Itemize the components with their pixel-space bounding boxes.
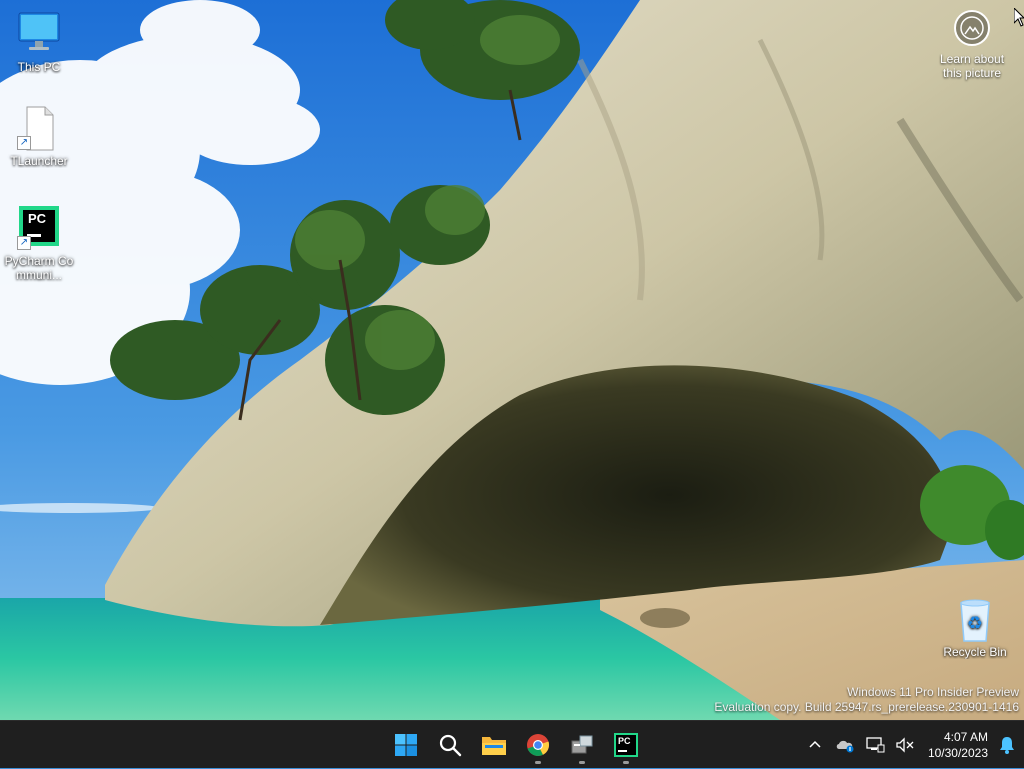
mouse-pointer-icon	[1014, 8, 1024, 27]
file-explorer-button[interactable]	[472, 725, 516, 765]
volume-muted-icon	[896, 737, 914, 753]
system-tray: 4:07 AM 10/30/2023	[800, 721, 1024, 769]
learn-label-line1: Learn about	[939, 52, 1005, 66]
desktop-icon-label: This PC	[17, 60, 61, 74]
search-button[interactable]	[428, 725, 472, 765]
clock-time: 4:07 AM	[943, 730, 988, 744]
search-icon	[439, 734, 462, 757]
running-indicator	[623, 761, 629, 764]
show-hidden-icons-button[interactable]	[800, 725, 830, 765]
pycharm-taskbar-button[interactable]: PC	[604, 725, 648, 765]
bell-icon	[1000, 737, 1014, 754]
desktop-icon-label: PyCharm Communi...	[4, 254, 74, 282]
svg-text:♻: ♻	[967, 613, 983, 634]
onedrive-button[interactable]	[830, 725, 860, 765]
monitor-icon	[15, 10, 63, 58]
desktop-icon-pycharm[interactable]: PC ↗ PyCharm Communi...	[3, 204, 75, 282]
chrome-icon	[527, 734, 550, 756]
taskbar-pinned-apps: PC	[384, 721, 648, 769]
clock[interactable]: 4:07 AM 10/30/2023	[928, 729, 988, 761]
windows-start-icon	[395, 734, 417, 756]
file-explorer-icon	[482, 737, 506, 755]
desktop-icon-this-pc[interactable]: This PC	[3, 10, 75, 74]
running-indicator	[535, 761, 541, 764]
clock-date: 10/30/2023	[927, 746, 988, 760]
network-status-button[interactable]	[860, 725, 890, 765]
pycharm-icon: PC ↗	[15, 204, 63, 252]
desktop-wallpaper	[0, 0, 1024, 720]
pycharm-badge-text: PC	[618, 736, 631, 746]
watermark-edition: Windows 11 Pro Insider Preview	[847, 685, 1019, 699]
notifications-button[interactable]	[994, 725, 1020, 765]
network-app-button[interactable]	[560, 725, 604, 765]
spotlight-camera-icon	[954, 10, 990, 46]
shortcut-arrow-icon: ↗	[17, 136, 31, 150]
onedrive-icon	[836, 740, 854, 753]
desktop-icon-label: Recycle Bin	[943, 645, 1007, 659]
wallpaper-image	[0, 0, 1024, 720]
chevron-up-icon	[809, 740, 821, 748]
shortcut-arrow-icon: ↗	[17, 236, 31, 250]
network-icon	[866, 737, 885, 753]
desktop-icon-recycle-bin[interactable]: ♻ Recycle Bin	[939, 595, 1011, 659]
pycharm-badge-text: PC	[28, 211, 47, 226]
desktop-icon-tlauncher[interactable]: ↗ TLauncher	[3, 104, 75, 168]
recycle-bin-icon: ♻	[951, 595, 999, 643]
network-app-icon	[571, 735, 593, 754]
file-icon: ↗	[15, 104, 63, 152]
running-indicator	[579, 761, 585, 764]
learn-label-line2: this picture	[942, 66, 1002, 80]
taskbar: PC 4:07 AM 10/30/2023	[0, 720, 1024, 768]
chrome-button[interactable]	[516, 725, 560, 765]
windows-watermark: Windows 11 Pro Insider Preview Evaluatio…	[714, 685, 1019, 715]
watermark-build: Evaluation copy. Build 25947.rs_prerelea…	[714, 700, 1019, 714]
pycharm-icon: PC	[614, 733, 638, 757]
start-button[interactable]	[384, 725, 428, 765]
volume-button[interactable]	[890, 725, 920, 765]
learn-about-picture[interactable]: Learn about this picture	[920, 10, 1024, 80]
desktop-icon-label: TLauncher	[10, 154, 68, 168]
